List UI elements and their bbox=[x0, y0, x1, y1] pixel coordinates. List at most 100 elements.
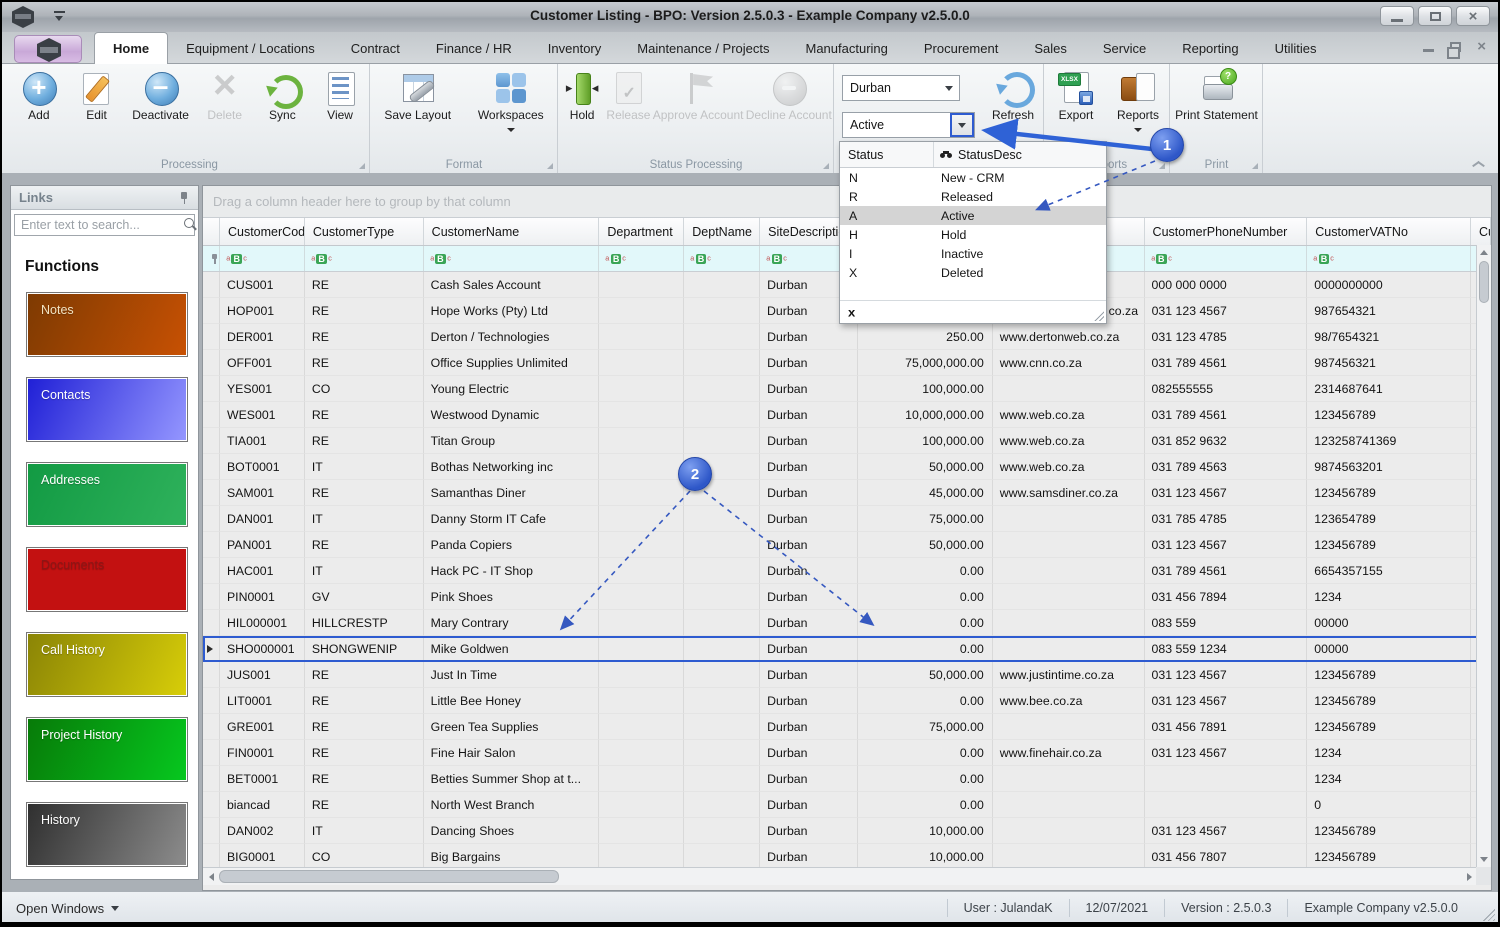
cell-vat[interactable]: 123456789 bbox=[1307, 662, 1472, 688]
cell-credit[interactable]: 75,000,000.00 bbox=[857, 350, 993, 376]
cell-name[interactable]: Office Supplies Unlimited bbox=[423, 350, 600, 376]
cell-credit[interactable]: 100,000.00 bbox=[857, 428, 993, 454]
cell-site[interactable]: Durban bbox=[760, 662, 858, 688]
cell-site[interactable]: Durban bbox=[760, 532, 858, 558]
cell-phone[interactable]: 031 789 4563 bbox=[1144, 454, 1308, 480]
cell-phone[interactable]: 031 789 4561 bbox=[1144, 402, 1308, 428]
cell-name[interactable]: Fine Hair Salon bbox=[423, 740, 600, 766]
column-header-dept[interactable]: Department bbox=[599, 218, 685, 245]
cell-deptname[interactable] bbox=[684, 376, 761, 402]
cell-site[interactable]: Durban bbox=[760, 376, 858, 402]
cell-deptname[interactable] bbox=[684, 844, 761, 867]
cell-vat[interactable]: 123456789 bbox=[1307, 818, 1472, 844]
scroll-up-icon[interactable] bbox=[1477, 245, 1491, 260]
row-indicator-cell[interactable] bbox=[203, 454, 220, 480]
cell-site[interactable]: Durban bbox=[760, 792, 858, 818]
scroll-right-icon[interactable] bbox=[1461, 868, 1477, 885]
cell-credit[interactable]: 0.00 bbox=[857, 766, 993, 792]
cell-vat[interactable]: 98/7654321 bbox=[1307, 324, 1472, 350]
cell-vat[interactable]: 123456789 bbox=[1307, 532, 1472, 558]
cell-web[interactable] bbox=[992, 714, 1145, 740]
cell-type[interactable]: RE bbox=[304, 662, 424, 688]
cell-web[interactable] bbox=[992, 532, 1145, 558]
application-menu-button[interactable] bbox=[14, 35, 82, 63]
status-option-inactive[interactable]: I Inactive bbox=[840, 244, 1106, 263]
cell-vat[interactable]: 6654357155 bbox=[1307, 558, 1472, 584]
cell-phone[interactable]: 031 789 4561 bbox=[1144, 350, 1308, 376]
cell-site[interactable]: Durban bbox=[760, 558, 858, 584]
tab-home[interactable]: Home bbox=[94, 32, 169, 64]
cell-dept[interactable] bbox=[599, 714, 685, 740]
tab-procurement[interactable]: Procurement bbox=[906, 32, 1016, 64]
edit-button[interactable]: Edit bbox=[75, 69, 119, 123]
function-tile-contacts[interactable]: Contacts bbox=[26, 377, 188, 442]
status-option-released[interactable]: R Released bbox=[840, 187, 1106, 206]
cell-code[interactable]: TIA001 bbox=[219, 428, 305, 454]
cell-type[interactable]: RE bbox=[304, 714, 424, 740]
column-header-deptname[interactable]: DeptName bbox=[684, 218, 761, 245]
column-header-phone[interactable]: CustomerPhoneNumber bbox=[1145, 218, 1308, 245]
cell-code[interactable]: DAN001 bbox=[219, 506, 305, 532]
cell-credit[interactable]: 50,000.00 bbox=[857, 454, 993, 480]
chevron-down-icon[interactable] bbox=[939, 76, 959, 100]
cell-web[interactable] bbox=[992, 584, 1145, 610]
status-dropdown-button[interactable] bbox=[950, 113, 974, 137]
cell-code[interactable]: DAN002 bbox=[219, 818, 305, 844]
cell-site[interactable]: Durban bbox=[760, 714, 858, 740]
horizontal-scrollbar[interactable] bbox=[203, 867, 1477, 885]
cell-name[interactable]: Cash Sales Account bbox=[423, 272, 600, 298]
quick-access-caret-icon[interactable] bbox=[54, 11, 65, 21]
cell-web[interactable] bbox=[992, 636, 1145, 662]
row-indicator-cell[interactable] bbox=[203, 532, 220, 558]
cell-type[interactable]: RE bbox=[304, 792, 424, 818]
status-option-new-crm[interactable]: N New - CRM bbox=[840, 168, 1106, 187]
cell-type[interactable]: GV bbox=[304, 584, 424, 610]
row-indicator-cell[interactable] bbox=[203, 298, 220, 324]
table-row[interactable]: JUS001 RE Just In Time Durban 50,000.00 www.j… bbox=[203, 662, 1491, 688]
cell-code[interactable]: OFF001 bbox=[219, 350, 305, 376]
table-row[interactable]: BET0001 RE Betties Summer Shop at t... Durb… bbox=[203, 766, 1491, 792]
cell-type[interactable]: RE bbox=[304, 428, 424, 454]
cell-site[interactable]: Durban bbox=[760, 350, 858, 376]
cell-web[interactable] bbox=[992, 818, 1145, 844]
table-row[interactable]: DAN002 IT Dancing Shoes Durban 10,000.00 031 … bbox=[203, 818, 1491, 844]
cell-type[interactable]: RE bbox=[304, 350, 424, 376]
refresh-button[interactable]: Refresh bbox=[984, 70, 1042, 122]
cell-dept[interactable] bbox=[599, 558, 685, 584]
column-header-type[interactable]: CustomerType bbox=[305, 218, 424, 245]
cell-type[interactable]: RE bbox=[304, 532, 424, 558]
cell-web[interactable] bbox=[992, 558, 1145, 584]
row-indicator-cell[interactable] bbox=[203, 350, 220, 376]
dialog-launcher-icon[interactable] bbox=[359, 163, 365, 169]
cell-code[interactable]: SAM001 bbox=[219, 480, 305, 506]
cell-deptname[interactable] bbox=[684, 428, 761, 454]
cell-phone[interactable]: 031 785 4785 bbox=[1144, 506, 1308, 532]
child-close-icon[interactable]: × bbox=[1477, 39, 1486, 54]
cell-code[interactable]: SHO000001 bbox=[219, 636, 305, 662]
cell-type[interactable]: RE bbox=[304, 688, 424, 714]
cell-vat[interactable]: 987456321 bbox=[1307, 350, 1472, 376]
cell-phone[interactable]: 031 123 4567 bbox=[1144, 688, 1308, 714]
row-indicator-cell[interactable] bbox=[203, 480, 220, 506]
cell-dept[interactable] bbox=[599, 610, 685, 636]
cell-dept[interactable] bbox=[599, 844, 685, 867]
cell-site[interactable]: Durban bbox=[760, 324, 858, 350]
cell-code[interactable]: JUS001 bbox=[219, 662, 305, 688]
cell-deptname[interactable] bbox=[684, 766, 761, 792]
cell-phone[interactable]: 031 123 4567 bbox=[1144, 480, 1308, 506]
row-indicator-cell[interactable] bbox=[203, 610, 220, 636]
cell-vat[interactable]: 00000 bbox=[1307, 610, 1472, 636]
minimize-button[interactable] bbox=[1380, 6, 1414, 26]
cell-dept[interactable] bbox=[599, 350, 685, 376]
cell-name[interactable]: Titan Group bbox=[423, 428, 600, 454]
cell-vat[interactable]: 123456789 bbox=[1307, 480, 1472, 506]
row-indicator-cell[interactable] bbox=[203, 428, 220, 454]
cell-name[interactable]: Samanthas Diner bbox=[423, 480, 600, 506]
cell-type[interactable]: IT bbox=[304, 558, 424, 584]
row-indicator-cell[interactable] bbox=[203, 584, 220, 610]
cell-deptname[interactable] bbox=[684, 792, 761, 818]
dialog-launcher-icon[interactable] bbox=[823, 163, 829, 169]
cell-code[interactable]: HIL000001 bbox=[219, 610, 305, 636]
cell-credit[interactable]: 0.00 bbox=[857, 688, 993, 714]
cell-phone[interactable]: 031 123 4785 bbox=[1144, 324, 1308, 350]
